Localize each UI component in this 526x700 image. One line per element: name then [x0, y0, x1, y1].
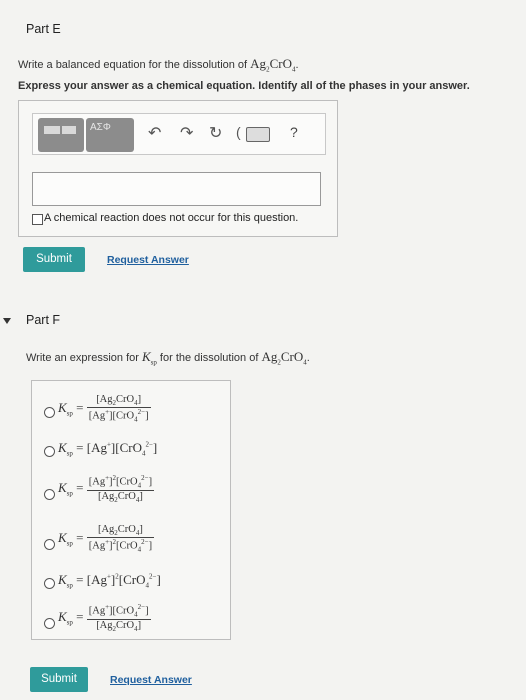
option-2-expression: Ksp = [Ag+][CrO42−] — [58, 440, 158, 458]
part-f-title: Part F — [26, 313, 61, 327]
option-4-expression: Ksp = [Ag2CrO4] [Ag+]2[CrO42−] — [58, 524, 155, 554]
template-icon — [44, 126, 60, 134]
part-e-title: Part E — [26, 22, 61, 36]
option-6-expression: Ksp = [Ag+][CrO42−] [Ag2CrO4] — [58, 603, 151, 633]
option-3-radio[interactable] — [44, 489, 55, 500]
option-5-radio[interactable] — [44, 578, 55, 589]
option-1-expression: Ksp = [Ag2CrO4] [Ag+][CrO42−] — [58, 394, 151, 424]
option-4-radio[interactable] — [44, 539, 55, 550]
option-5-expression: Ksp = [Ag+]2[CrO42−] — [58, 572, 161, 590]
collapse-arrow-icon[interactable] — [3, 318, 11, 324]
symbols-label: ΑΣΦ — [90, 122, 111, 133]
no-reaction-checkbox[interactable] — [32, 214, 43, 225]
part-e-instruction: Express your answer as a chemical equati… — [18, 80, 470, 92]
option-2-radio[interactable] — [44, 446, 55, 457]
option-3-expression: Ksp = [Ag+]2[CrO42−] [Ag2CrO4] — [58, 474, 155, 504]
part-f-submit-button[interactable]: Submit — [30, 667, 88, 692]
template-button[interactable] — [38, 118, 84, 152]
bracket-glyph: ( — [236, 124, 241, 140]
reset-icon[interactable]: ↻ — [209, 123, 222, 143]
help-button[interactable]: ? — [290, 124, 298, 140]
part-e-submit-button[interactable]: Submit — [23, 247, 85, 272]
template-icon-part — [62, 126, 76, 134]
part-e-request-answer-link[interactable]: Request Answer — [107, 254, 189, 266]
option-1-radio[interactable] — [44, 407, 55, 418]
undo-icon[interactable]: ↶ — [148, 123, 161, 143]
symbols-button[interactable]: ΑΣΦ — [86, 118, 134, 152]
part-e-prompt: Write a balanced equation for the dissol… — [18, 56, 299, 74]
option-6-radio[interactable] — [44, 618, 55, 629]
equation-input[interactable] — [32, 172, 321, 206]
part-f-request-answer-link[interactable]: Request Answer — [110, 674, 192, 686]
redo-icon[interactable]: ↷ — [180, 123, 193, 143]
no-reaction-label: A chemical reaction does not occur for t… — [44, 212, 299, 224]
keyboard-icon[interactable] — [246, 127, 270, 142]
part-f-prompt: Write an expression for Ksp for the diss… — [26, 349, 310, 367]
